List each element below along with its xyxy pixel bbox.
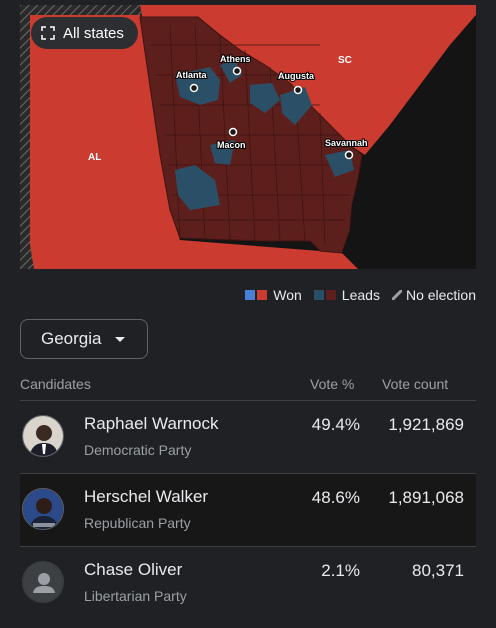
candidate-party: Democratic Party — [84, 442, 192, 458]
candidate-name: Raphael Warnock — [84, 414, 219, 433]
state-dropdown[interactable]: Georgia — [20, 319, 148, 359]
candidate-vote-count: 1,891,068 — [388, 488, 464, 507]
candidate-vote-count: 1,921,869 — [388, 415, 464, 434]
candidate-vote-count: 80,371 — [412, 561, 464, 580]
augusta-label: Augusta — [278, 71, 315, 81]
alabama-label: AL — [88, 152, 101, 163]
candidate-party: Libertarian Party — [84, 588, 187, 604]
candidate-vote-pct: 49.4% — [311, 415, 360, 434]
candidate-vote-pct: 48.6% — [311, 488, 360, 507]
all-states-button[interactable]: All states — [31, 17, 138, 49]
expand-icon — [41, 26, 55, 40]
header-vote-count: Vote count — [382, 376, 449, 392]
hatch-icon — [391, 290, 402, 300]
state-dropdown-value: Georgia — [41, 329, 102, 348]
won-rep-swatch — [257, 290, 268, 300]
candidate-name: Chase Oliver — [84, 560, 183, 579]
legend-leads-label: Leads — [341, 287, 380, 303]
default-person-icon — [22, 561, 64, 603]
all-states-label: All states — [63, 24, 124, 42]
savannah-label: Savannah — [325, 138, 368, 148]
candidate-vote-pct: 2.1% — [321, 561, 360, 580]
legend-no-election-label: No election — [405, 287, 476, 303]
caret-down-icon — [115, 336, 126, 342]
candidate-row[interactable]: Chase Oliver Libertarian Party 2.1% 80,3… — [20, 547, 476, 619]
atlanta-label: Atlanta — [176, 70, 207, 80]
candidate-row[interactable]: Herschel Walker Republican Party 48.6% 1… — [20, 474, 476, 546]
athens-label: Athens — [220, 54, 251, 64]
warnock-avatar — [22, 415, 64, 457]
candidate-party: Republican Party — [84, 515, 191, 531]
leads-dem-swatch — [313, 290, 324, 300]
header-vote-pct: Vote % — [310, 376, 355, 392]
header-candidates: Candidates — [20, 376, 91, 392]
candidate-name: Herschel Walker — [84, 487, 209, 506]
leads-rep-swatch — [325, 290, 336, 300]
won-dem-swatch — [245, 290, 256, 300]
sc-label: SC — [338, 55, 352, 66]
walker-avatar — [22, 488, 64, 530]
legend-no-election: No election — [391, 287, 476, 303]
map-legend: Won Leads No election — [233, 287, 476, 303]
candidate-row[interactable]: Raphael Warnock Democratic Party 49.4% 1… — [20, 401, 476, 473]
legend-leads: Leads — [313, 287, 380, 303]
macon-label: Macon — [217, 140, 246, 150]
legend-won: Won — [245, 287, 302, 303]
legend-won-label: Won — [273, 287, 302, 303]
